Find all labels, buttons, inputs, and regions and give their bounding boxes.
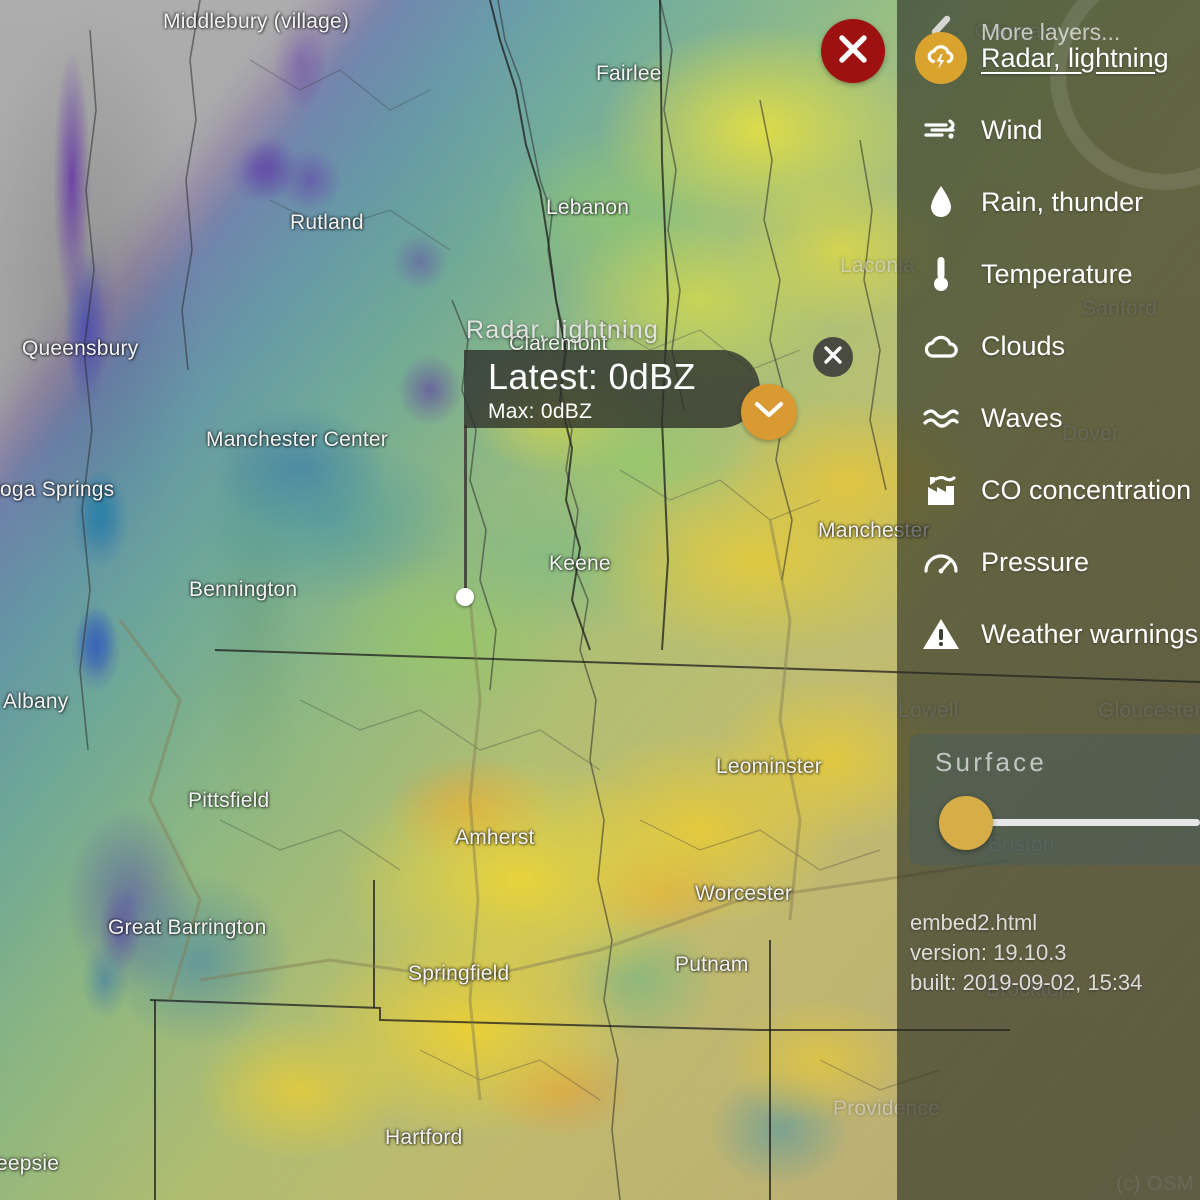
layer-item-label: Weather warnings [981, 618, 1199, 649]
surface-slider-track[interactable] [966, 819, 1200, 826]
layer-item-waves[interactable]: Waves [897, 382, 1200, 454]
warning-triangle-icon [913, 617, 969, 651]
popup-title: Radar, lightning [466, 316, 659, 344]
popup-expand-button[interactable] [741, 384, 797, 440]
layer-item-label: Pressure [981, 546, 1090, 577]
build-file: embed2.html [910, 910, 1038, 935]
active-layer-badge [915, 32, 967, 84]
map-marker-dot[interactable] [456, 588, 474, 606]
layer-item-wind[interactable]: Wind [897, 94, 1200, 166]
layer-item-label: Rain, thunder [981, 186, 1144, 217]
layer-list: Radar, lightning Wind Rain, thunder Tempera… [897, 22, 1200, 670]
surface-slider-knob[interactable] [939, 796, 993, 850]
raindrop-icon [913, 184, 969, 220]
layer-selector-panel: Radar, lightning Wind Rain, thunder Tempera… [897, 0, 1200, 1200]
wind-icon [913, 116, 969, 144]
layer-item-label: Temperature [981, 258, 1133, 289]
cloud-icon [913, 331, 969, 361]
layer-item-rain-thunder[interactable]: Rain, thunder [897, 166, 1200, 238]
popup-close-button[interactable] [813, 337, 853, 377]
thermometer-icon [913, 255, 969, 293]
layer-item-clouds[interactable]: Clouds [897, 310, 1200, 382]
layer-item-label: Wind [981, 114, 1043, 145]
layer-item-label: Waves [981, 402, 1063, 433]
layer-item-weather-warnings[interactable]: Weather warnings [897, 598, 1200, 670]
close-icon [835, 31, 871, 72]
layer-item-label: Clouds [981, 330, 1066, 361]
layer-item-label: CO concentration [981, 474, 1192, 505]
marker-leader-line [464, 425, 467, 597]
thunderstorm-icon [913, 32, 969, 84]
popup-max-value: Max: 0dBZ [488, 400, 593, 423]
close-overlay-button[interactable] [821, 19, 885, 83]
close-icon [822, 344, 844, 371]
gauge-icon [913, 546, 969, 578]
surface-label: Surface [935, 747, 1048, 777]
popup-latest-value: Latest: 0dBZ [488, 356, 696, 397]
waves-icon [913, 405, 969, 431]
measurement-popup[interactable]: Latest: 0dBZ Max: 0dBZ [464, 350, 760, 428]
layer-item-radar-lightning[interactable]: Radar, lightning [897, 22, 1200, 94]
build-date: built: 2019-09-02, 15:34 [910, 970, 1143, 995]
layer-item-temperature[interactable]: Temperature [897, 238, 1200, 310]
build-version: version: 19.10.3 [910, 940, 1067, 965]
factory-icon [913, 473, 969, 507]
layer-item-label: Radar, lightning [981, 42, 1169, 73]
chevron-down-icon [754, 400, 784, 425]
build-info: embed2.html version: 19.10.3 built: 2019… [910, 908, 1142, 998]
layer-item-co-concentration[interactable]: CO concentration [897, 454, 1200, 526]
weather-map-app: Middlebury (village) Fairlee Rutland Lebano… [0, 0, 1200, 1200]
layer-item-pressure[interactable]: Pressure [897, 526, 1200, 598]
